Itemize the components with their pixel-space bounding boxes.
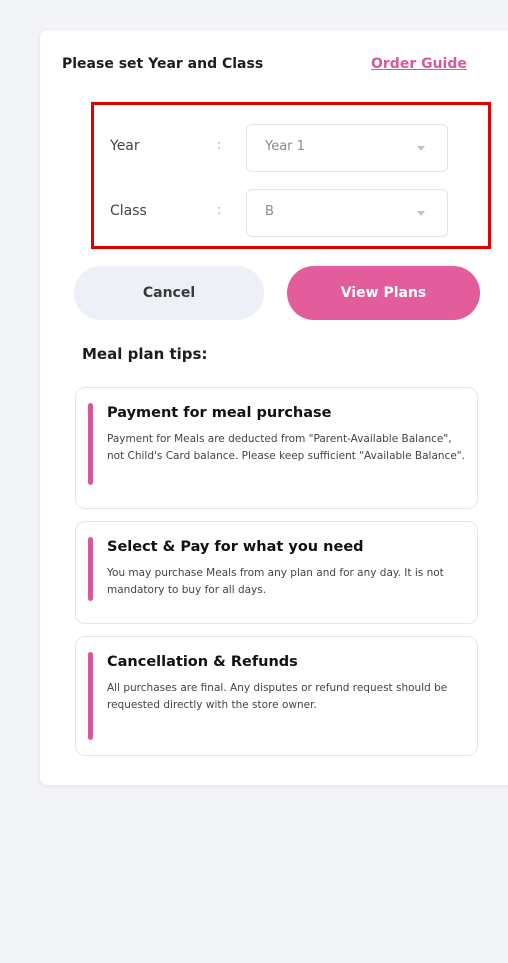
tip-accent-bar [88, 652, 93, 740]
tip-accent-bar [88, 537, 93, 601]
tip-accent-bar [88, 403, 93, 485]
tip-body: You may purchase Meals from any plan and… [107, 567, 444, 596]
year-separator: : [217, 138, 222, 153]
year-row: Year : Year 1 [40, 122, 508, 174]
year-select-value: Year 1 [265, 139, 305, 154]
view-plans-button[interactable]: View Plans [287, 266, 480, 320]
chevron-down-icon [417, 146, 425, 151]
tip-card-select-pay: Select & Pay for what you need You may p… [75, 521, 478, 624]
class-separator: : [217, 203, 222, 218]
cancel-button[interactable]: Cancel [74, 266, 264, 320]
tip-body: All purchases are final. Any disputes or… [107, 682, 448, 711]
tip-body: Payment for Meals are deducted from "Par… [107, 433, 465, 462]
tip-heading: Select & Pay for what you need [107, 539, 364, 555]
order-settings-card: Please set Year and Class Order Guide Ye… [40, 30, 508, 785]
class-label: Class [110, 203, 147, 219]
tip-card-cancellation: Cancellation & Refunds All purchases are… [75, 636, 478, 756]
year-label: Year [110, 138, 140, 154]
class-select-value: B [265, 204, 274, 219]
tip-heading: Payment for meal purchase [107, 405, 332, 421]
class-select[interactable]: B [246, 189, 448, 237]
tip-heading: Cancellation & Refunds [107, 654, 298, 670]
class-row: Class : B [40, 187, 508, 239]
tips-title: Meal plan tips: [82, 345, 208, 363]
chevron-down-icon [417, 211, 425, 216]
tip-card-payment: Payment for meal purchase Payment for Me… [75, 387, 478, 509]
order-guide-link[interactable]: Order Guide [371, 56, 467, 72]
page-title: Please set Year and Class [62, 56, 264, 72]
year-select[interactable]: Year 1 [246, 124, 448, 172]
